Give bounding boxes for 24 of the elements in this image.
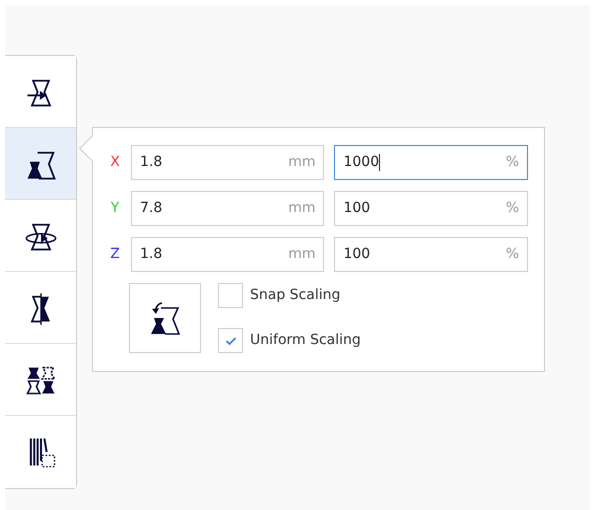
unit-label: mm xyxy=(288,199,316,218)
axis-label: X xyxy=(109,153,121,172)
size-field[interactable]: 1.8 mm xyxy=(130,237,324,272)
unit-label: % xyxy=(506,199,519,218)
percent-field[interactable]: 1000 % xyxy=(334,145,528,180)
unit-label: mm xyxy=(288,245,316,264)
checkbox-label: Uniform Scaling xyxy=(250,331,361,350)
tool-button[interactable] xyxy=(5,128,76,200)
axis-label: Z xyxy=(109,245,121,264)
unit-label: mm xyxy=(288,153,316,172)
tool-button[interactable] xyxy=(5,56,76,128)
axis-label: Y xyxy=(110,199,120,218)
text-cursor xyxy=(379,154,380,171)
checkbox[interactable] xyxy=(218,328,243,353)
percent-field[interactable]: 100 % xyxy=(334,191,528,226)
percent-field[interactable]: 100 % xyxy=(334,237,528,272)
size-field[interactable]: 1.8 mm xyxy=(130,145,324,180)
unit-label: % xyxy=(506,245,519,264)
unit-label: % xyxy=(506,153,519,172)
size-field[interactable]: 7.8 mm xyxy=(130,191,324,226)
checkbox[interactable] xyxy=(218,283,243,308)
checkmark-icon xyxy=(224,336,236,346)
checkbox-label: Snap Scaling xyxy=(250,286,340,305)
reset-button[interactable] xyxy=(129,283,201,353)
